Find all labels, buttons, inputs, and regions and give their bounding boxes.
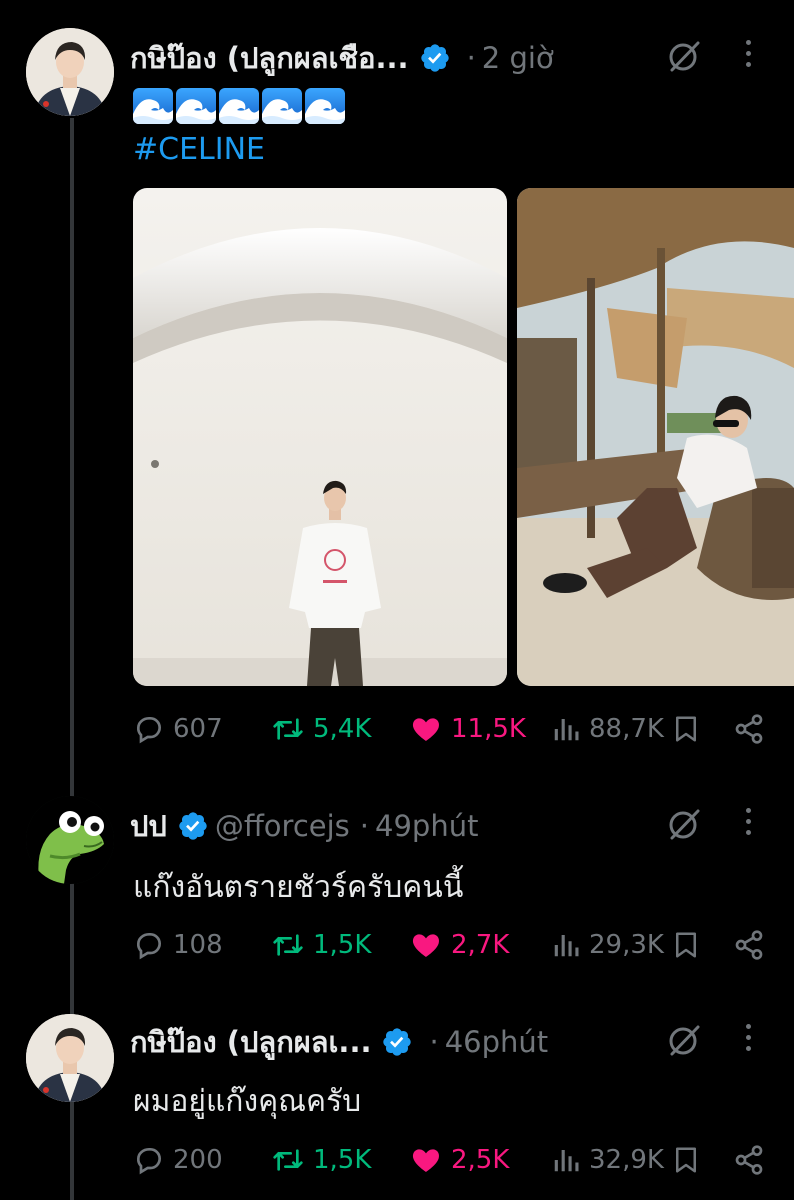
tweet-time[interactable]: 49phút bbox=[375, 809, 478, 843]
author-name[interactable]: กษิป๊อง (ปลูกผลเชือ... bbox=[130, 35, 409, 81]
tweet-actions: 200 1,5K 2,5K 32,9K bbox=[133, 1140, 773, 1180]
photo-2[interactable] bbox=[517, 188, 794, 686]
more-icon[interactable] bbox=[744, 1024, 752, 1054]
reply-icon bbox=[136, 1148, 161, 1175]
separator-dot: · bbox=[429, 1025, 439, 1059]
verified-badge-icon bbox=[420, 44, 449, 72]
heart-icon bbox=[412, 718, 440, 741]
heart-icon bbox=[412, 934, 440, 957]
hashtag-link[interactable]: #CELINE bbox=[133, 132, 265, 167]
views-count: 32,9K bbox=[589, 1145, 664, 1175]
wave-emoji-icon bbox=[262, 88, 302, 124]
share-icon[interactable] bbox=[733, 1144, 765, 1176]
like-button[interactable]: 2,5K bbox=[409, 1140, 509, 1180]
tweet-2[interactable]: ปป @fforcejs · 49phút แก๊งอันตรายชัวร์คร… bbox=[0, 770, 794, 1000]
retweet-icon bbox=[273, 718, 303, 740]
reply-button[interactable]: 607 bbox=[133, 709, 223, 749]
verified-badge-icon bbox=[383, 1028, 412, 1056]
retweet-icon bbox=[273, 1149, 303, 1171]
like-count: 2,7K bbox=[451, 930, 510, 960]
wave-emoji-icon bbox=[133, 88, 173, 124]
grok-icon[interactable] bbox=[666, 806, 702, 842]
separator-dot: · bbox=[466, 41, 476, 75]
reply-icon bbox=[136, 717, 161, 744]
tweet-time[interactable]: 2 giờ bbox=[482, 41, 554, 75]
emoji-row bbox=[133, 88, 345, 124]
share-icon[interactable] bbox=[733, 929, 765, 961]
grok-icon[interactable] bbox=[666, 38, 702, 74]
bookmark-icon[interactable] bbox=[671, 929, 701, 961]
like-count: 11,5K bbox=[451, 714, 526, 744]
bookmark-icon[interactable] bbox=[671, 1144, 701, 1176]
views-icon bbox=[554, 719, 579, 741]
retweet-count: 5,4K bbox=[313, 714, 372, 744]
retweet-button[interactable]: 5,4K bbox=[271, 709, 371, 749]
views-icon bbox=[554, 935, 579, 957]
views-button[interactable]: 32,9K bbox=[551, 1140, 664, 1180]
like-count: 2,5K bbox=[451, 1145, 510, 1175]
reply-button[interactable]: 108 bbox=[133, 925, 223, 965]
retweet-button[interactable]: 1,5K bbox=[271, 925, 371, 965]
wave-emoji-icon bbox=[305, 88, 345, 124]
views-button[interactable]: 88,7K bbox=[551, 709, 664, 749]
tweet-text: แก๊งอันตรายชัวร์ครับคนนี้ bbox=[133, 870, 464, 905]
reply-count: 607 bbox=[173, 714, 223, 744]
tweet-3[interactable]: กษิป๊อง (ปลูกผลเ... · 46phút ผมอยู่แก๊งค… bbox=[0, 1000, 794, 1200]
tweet-header: ปป @fforcejs · 49phút bbox=[130, 804, 478, 848]
verified-badge-icon bbox=[179, 812, 207, 840]
author-handle[interactable]: @fforcejs bbox=[215, 809, 350, 843]
more-icon[interactable] bbox=[744, 40, 752, 70]
wave-emoji-icon bbox=[219, 88, 259, 124]
avatar[interactable] bbox=[26, 28, 114, 116]
reply-count: 200 bbox=[173, 1145, 223, 1175]
tweet-header: กษิป๊อง (ปลูกผลเ... · 46phút bbox=[130, 1020, 548, 1064]
retweet-count: 1,5K bbox=[313, 930, 372, 960]
views-count: 88,7K bbox=[589, 714, 664, 744]
bookmark-icon[interactable] bbox=[671, 713, 701, 745]
avatar[interactable] bbox=[26, 796, 114, 884]
views-icon bbox=[554, 1150, 579, 1172]
photo-1[interactable] bbox=[133, 188, 507, 686]
heart-icon bbox=[412, 1149, 440, 1172]
wave-emoji-icon bbox=[176, 88, 216, 124]
tweet-1[interactable]: กษิป๊อง (ปลูกผลเชือ... · 2 giờ #CELINE 6… bbox=[0, 0, 794, 770]
tweet-time[interactable]: 46phút bbox=[445, 1025, 548, 1059]
reply-button[interactable]: 200 bbox=[133, 1140, 223, 1180]
like-button[interactable]: 11,5K bbox=[409, 709, 526, 749]
author-name[interactable]: กษิป๊อง (ปลูกผลเ... bbox=[130, 1019, 371, 1065]
share-icon[interactable] bbox=[733, 713, 765, 745]
tweet-media bbox=[133, 188, 794, 686]
views-count: 29,3K bbox=[589, 930, 664, 960]
tweet-text: ผมอยู่แก๊งคุณครับ bbox=[133, 1084, 362, 1119]
author-name[interactable]: ปป bbox=[130, 803, 167, 849]
retweet-button[interactable]: 1,5K bbox=[271, 1140, 371, 1180]
tweet-header: กษิป๊อง (ปลูกผลเชือ... · 2 giờ bbox=[130, 36, 554, 80]
tweet-actions: 607 5,4K 11,5K 88,7K bbox=[133, 709, 773, 749]
separator-dot: · bbox=[359, 809, 370, 843]
more-icon[interactable] bbox=[744, 808, 752, 838]
reply-count: 108 bbox=[173, 930, 223, 960]
avatar[interactable] bbox=[26, 1014, 114, 1102]
like-button[interactable]: 2,7K bbox=[409, 925, 509, 965]
retweet-icon bbox=[273, 934, 303, 956]
retweet-count: 1,5K bbox=[313, 1145, 372, 1175]
grok-icon[interactable] bbox=[666, 1022, 702, 1058]
views-button[interactable]: 29,3K bbox=[551, 925, 664, 965]
reply-icon bbox=[136, 933, 161, 960]
tweet-actions: 108 1,5K 2,7K 29,3K bbox=[133, 925, 773, 965]
